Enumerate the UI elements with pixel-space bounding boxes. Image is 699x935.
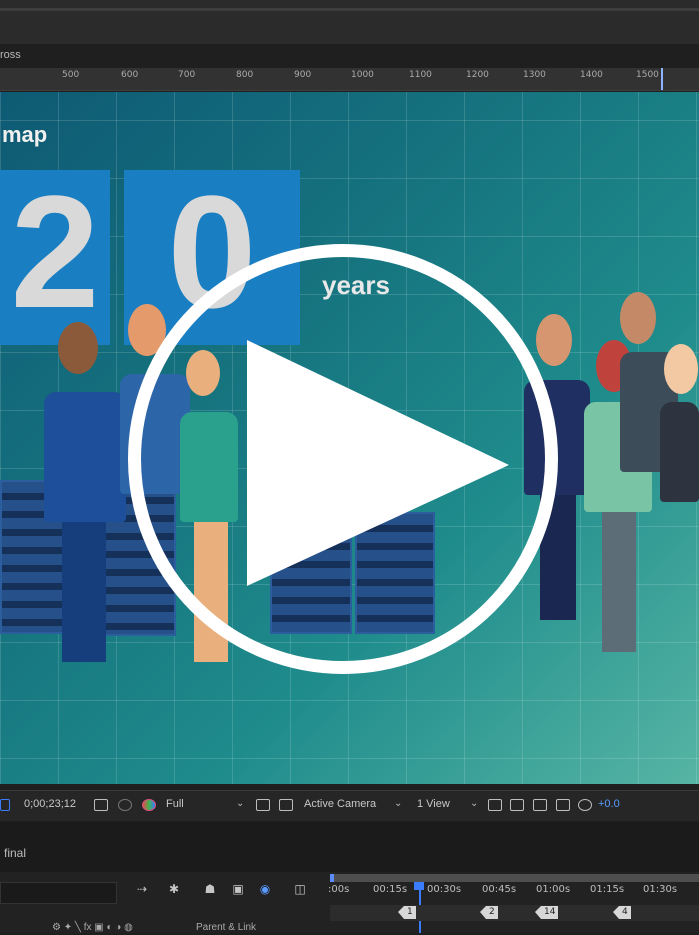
- person-body: [660, 402, 699, 502]
- toggle-pixel-aspect-icon[interactable]: [488, 799, 502, 811]
- ruler-tick: 1200: [466, 70, 489, 80]
- region-icon[interactable]: [0, 799, 10, 811]
- ruler-tick: 900: [294, 70, 312, 80]
- layer-search-input[interactable]: [0, 882, 117, 904]
- time-label: 01:30s: [643, 884, 678, 895]
- person-head: [58, 322, 98, 374]
- timeline-tab[interactable]: final: [4, 846, 26, 860]
- time-label: 00:15s: [373, 884, 408, 895]
- fast-previews-icon[interactable]: [510, 799, 524, 811]
- digit-2: 2: [10, 162, 100, 341]
- ruler-tick: 1500: [636, 70, 659, 80]
- ruler-tick: 1400: [580, 70, 603, 80]
- timecode-display[interactable]: 0;00;23;12: [24, 798, 76, 810]
- time-label: 01:15s: [590, 884, 625, 895]
- top-bar: [0, 0, 699, 44]
- horizontal-ruler: 500 600 700 800 900 1000 1100 1200 1300 …: [0, 68, 699, 91]
- time-label: 00:30s: [427, 884, 462, 895]
- timeline-marker[interactable]: 2: [480, 906, 498, 919]
- motion-blur-icon[interactable]: ◉: [257, 882, 273, 896]
- marker-track: [330, 905, 699, 921]
- parent-link-label: Parent & Link: [196, 922, 257, 933]
- person-head: [664, 344, 698, 394]
- ruler-tick: 800: [236, 70, 254, 80]
- top-bar-stripe: [0, 8, 699, 11]
- ruler-tick: 1300: [523, 70, 546, 80]
- composition-tab[interactable]: ross: [0, 44, 21, 66]
- graph-editor-icon[interactable]: ◫: [292, 882, 308, 896]
- person-head: [536, 314, 572, 366]
- ruler-tick: 600: [121, 70, 139, 80]
- layer-column-header: ⚙ ✦ ╲ fx ▣ ◐ ◑ ◍ Parent & Link: [0, 922, 330, 935]
- person-head: [620, 292, 656, 344]
- timeline-panel-header: final: [0, 822, 699, 872]
- person-body: [44, 392, 126, 522]
- play-icon[interactable]: [247, 340, 517, 590]
- person-legs: [62, 522, 106, 662]
- time-label: :00s: [328, 884, 350, 895]
- frame-blending-icon[interactable]: ▣: [230, 882, 246, 896]
- show-snapshot-icon[interactable]: [118, 799, 132, 811]
- ruler-tick: 500: [62, 70, 80, 80]
- color-channels-icon[interactable]: [142, 799, 156, 811]
- chevron-down-icon[interactable]: ⌄: [236, 798, 244, 809]
- resolution-select[interactable]: Full: [166, 798, 184, 810]
- chevron-down-icon[interactable]: ⌄: [394, 798, 402, 809]
- viewer-toolbar: 0;00;23;12 Full ⌄ Active Camera ⌄ 1 View…: [0, 790, 699, 821]
- composition-flowchart-icon[interactable]: ⇢: [134, 882, 150, 896]
- timeline-panel: ⇢ ✱ ☗ ▣ ◉ ◫ :00s 00:15s 00:30s 00:45s 01…: [0, 872, 699, 933]
- person-figure: [40, 322, 130, 667]
- chevron-down-icon[interactable]: ⌄: [470, 798, 478, 809]
- region-of-interest-icon[interactable]: [256, 799, 270, 811]
- person-figure: [660, 344, 699, 564]
- time-label: 00:45s: [482, 884, 517, 895]
- scene-title: map: [2, 122, 48, 147]
- digit-tile-2: 2: [0, 170, 110, 345]
- views-select[interactable]: 1 View: [417, 798, 450, 810]
- shy-layers-icon[interactable]: ☗: [202, 882, 218, 896]
- transparency-grid-icon[interactable]: [279, 799, 293, 811]
- ruler-tick: 1000: [351, 70, 374, 80]
- timeline-icon[interactable]: [533, 799, 547, 811]
- timeline-marker[interactable]: 1: [398, 906, 416, 919]
- camera-snapshot-icon[interactable]: [94, 799, 108, 811]
- flowchart-icon[interactable]: [556, 799, 570, 811]
- work-area-bar[interactable]: [330, 874, 699, 882]
- timeline-marker[interactable]: 14: [534, 906, 559, 919]
- ruler-tick: 700: [178, 70, 196, 80]
- camera-select[interactable]: Active Camera: [304, 798, 376, 810]
- ruler-end-marker: [661, 68, 663, 90]
- work-area-fill[interactable]: [330, 874, 699, 882]
- timeline-marker[interactable]: 4: [613, 906, 631, 919]
- ruler-tick: 1100: [409, 70, 432, 80]
- switches-icons[interactable]: ⚙ ✦ ╲ fx ▣ ◐ ◑ ◍: [52, 922, 133, 933]
- exposure-value[interactable]: +0.0: [598, 798, 620, 810]
- reset-exposure-icon[interactable]: [578, 799, 592, 811]
- draft-3d-icon[interactable]: ✱: [166, 882, 182, 896]
- time-label: 01:00s: [536, 884, 571, 895]
